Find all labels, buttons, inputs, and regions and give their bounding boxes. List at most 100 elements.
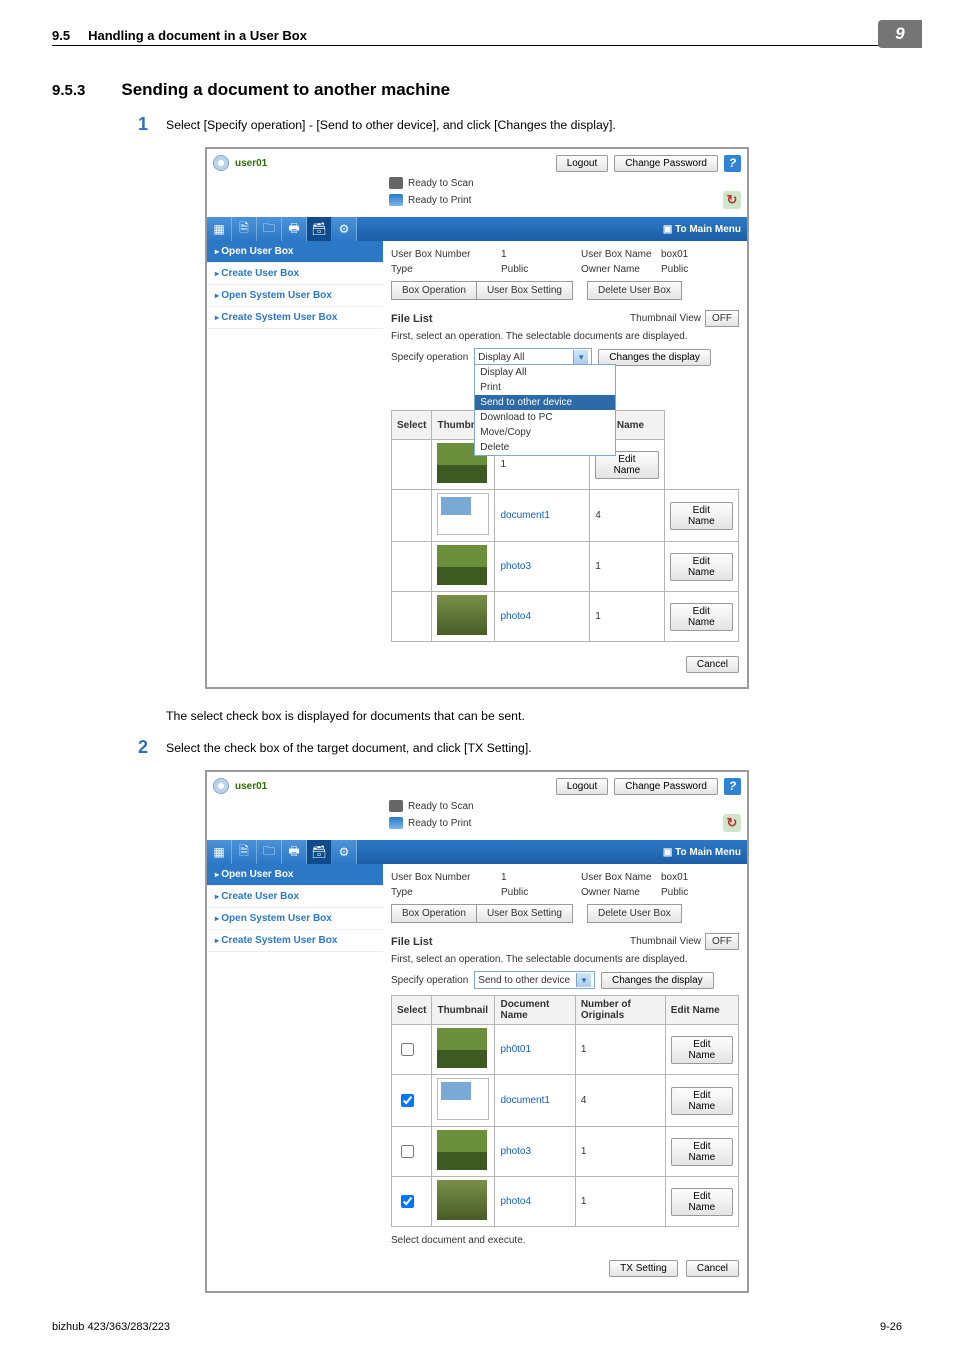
changes-display-button[interactable]: Changes the display [601, 972, 714, 989]
row-select-checkbox[interactable] [401, 1094, 414, 1107]
thumbnail-icon [437, 545, 487, 585]
tab-user-box-setting[interactable]: User Box Setting [477, 281, 573, 300]
chevron-down-icon: ▾ [573, 350, 588, 364]
edit-name-button[interactable]: Edit Name [670, 502, 733, 530]
step-2: 2 Select the check box of the target doc… [52, 737, 902, 758]
meta-type-value: Public [501, 887, 581, 898]
print-status-icon [389, 194, 403, 206]
sidebar-item-open-user-box[interactable]: Open User Box [207, 864, 383, 886]
to-main-menu-link[interactable]: ▣ To Main Menu [663, 224, 741, 235]
nav-icon-3[interactable]: 🗀 [257, 840, 282, 864]
thumbnail-icon [437, 1078, 489, 1120]
tab-delete-user-box[interactable]: Delete User Box [587, 904, 682, 923]
nav-icon-4[interactable]: 🖶 [282, 840, 307, 864]
username: user01 [235, 158, 267, 169]
sidebar-item-create-user-box[interactable]: Create User Box [207, 886, 383, 908]
dd-option-selected[interactable]: Send to other device [475, 395, 615, 410]
thumbnail-icon [437, 595, 487, 635]
sidebar-item-create-system-user-box[interactable]: Create System User Box [207, 930, 383, 952]
row-select-checkbox[interactable] [401, 1145, 414, 1158]
col-doc-name: Document Name [495, 996, 575, 1025]
dd-option[interactable]: Display All [475, 365, 615, 380]
orig-count: 1 [575, 1025, 665, 1075]
dd-option[interactable]: Download to PC [475, 410, 615, 425]
table-row: document14Edit Name [392, 490, 739, 542]
nav-icon-1[interactable]: ▦ [207, 217, 232, 241]
nav-icon-6[interactable]: ⚙ [332, 217, 357, 241]
to-main-menu-link[interactable]: ▣ To Main Menu [663, 847, 741, 858]
nav-icon-box[interactable]: 🗃 [307, 840, 332, 864]
edit-name-button[interactable]: Edit Name [671, 1036, 733, 1064]
sidebar-item-open-user-box[interactable]: Open User Box [207, 241, 383, 263]
thumbnail-icon [437, 1180, 487, 1220]
heading-number: 9.5.3 [52, 82, 85, 99]
cancel-button[interactable]: Cancel [686, 656, 739, 673]
step-1-number: 1 [118, 114, 148, 135]
doc-name[interactable]: photo4 [495, 592, 590, 642]
orig-count: 1 [590, 592, 664, 642]
refresh-icon[interactable]: ↻ [723, 814, 741, 832]
nav-icon-2[interactable]: 🗎 [232, 840, 257, 864]
thumbnail-view-toggle[interactable]: OFF [705, 310, 739, 327]
help-icon[interactable]: ? [724, 778, 741, 795]
nav-icon-box[interactable]: 🗃 [307, 217, 332, 241]
dropdown-value: Display All [478, 352, 524, 363]
sidebar-item-create-user-box[interactable]: Create User Box [207, 263, 383, 285]
doc-name[interactable]: photo3 [495, 1127, 575, 1177]
specify-operation-dropdown[interactable]: Display All ▾ Display All Print Send to … [474, 348, 592, 366]
orig-count: 1 [590, 542, 664, 592]
col-select: Select [392, 996, 432, 1025]
row-select-checkbox[interactable] [401, 1043, 414, 1056]
doc-name[interactable]: ph0t01 [495, 1025, 575, 1075]
nav-icon-4[interactable]: 🖶 [282, 217, 307, 241]
thumbnail-view-label: Thumbnail View [630, 313, 701, 324]
thumbnail-view-toggle[interactable]: OFF [705, 933, 739, 950]
changes-display-button[interactable]: Changes the display [598, 349, 711, 366]
file-table: Select Thumbnail Document Name Number of… [391, 995, 739, 1227]
nav-icon-1[interactable]: ▦ [207, 840, 232, 864]
step-1: 1 Select [Specify operation] - [Send to … [52, 114, 902, 135]
sidebar: Open User Box Create User Box Open Syste… [207, 241, 383, 687]
specify-operation-dropdown[interactable]: Send to other device ▾ [474, 971, 595, 989]
change-password-button[interactable]: Change Password [614, 155, 718, 172]
dd-option[interactable]: Delete [475, 440, 615, 455]
edit-name-button[interactable]: Edit Name [670, 603, 733, 631]
ready-print-label: Ready to Print [408, 818, 471, 829]
nav-icon-3[interactable]: 🗀 [257, 217, 282, 241]
dd-option[interactable]: Move/Copy [475, 425, 615, 440]
tab-delete-user-box[interactable]: Delete User Box [587, 281, 682, 300]
cancel-button[interactable]: Cancel [686, 1260, 739, 1277]
col-select: Select [392, 411, 432, 440]
sidebar: Open User Box Create User Box Open Syste… [207, 864, 383, 1291]
change-password-button[interactable]: Change Password [614, 778, 718, 795]
logout-button[interactable]: Logout [556, 155, 609, 172]
sidebar-item-create-system-user-box[interactable]: Create System User Box [207, 307, 383, 329]
tab-box-operation[interactable]: Box Operation [391, 904, 477, 923]
nav-icon-6[interactable]: ⚙ [332, 840, 357, 864]
tx-setting-button[interactable]: TX Setting [609, 1260, 678, 1277]
logout-button[interactable]: Logout [556, 778, 609, 795]
ready-scan-label: Ready to Scan [408, 178, 474, 189]
table-row: photo31Edit Name [392, 1127, 739, 1177]
edit-name-button[interactable]: Edit Name [671, 1087, 733, 1115]
thumbnail-icon [437, 1130, 487, 1170]
row-select-checkbox[interactable] [401, 1195, 414, 1208]
nav-icon-2[interactable]: 🗎 [232, 217, 257, 241]
doc-name[interactable]: photo3 [495, 542, 590, 592]
refresh-icon[interactable]: ↻ [723, 191, 741, 209]
doc-name[interactable]: document1 [495, 490, 590, 542]
doc-name[interactable]: document1 [495, 1075, 575, 1127]
sidebar-item-open-system-user-box[interactable]: Open System User Box [207, 908, 383, 930]
dd-option[interactable]: Print [475, 380, 615, 395]
edit-name-button[interactable]: Edit Name [671, 1188, 733, 1216]
sidebar-item-open-system-user-box[interactable]: Open System User Box [207, 285, 383, 307]
doc-name[interactable]: photo4 [495, 1177, 575, 1227]
help-icon[interactable]: ? [724, 155, 741, 172]
tab-user-box-setting[interactable]: User Box Setting [477, 904, 573, 923]
edit-name-button[interactable]: Edit Name [671, 1138, 733, 1166]
screenshot-2: user01 Logout Change Password ? Ready to… [205, 770, 749, 1293]
edit-name-button[interactable]: Edit Name [670, 553, 733, 581]
meta-ubname-label: User Box Name [581, 249, 661, 260]
username: user01 [235, 781, 267, 792]
tab-box-operation[interactable]: Box Operation [391, 281, 477, 300]
